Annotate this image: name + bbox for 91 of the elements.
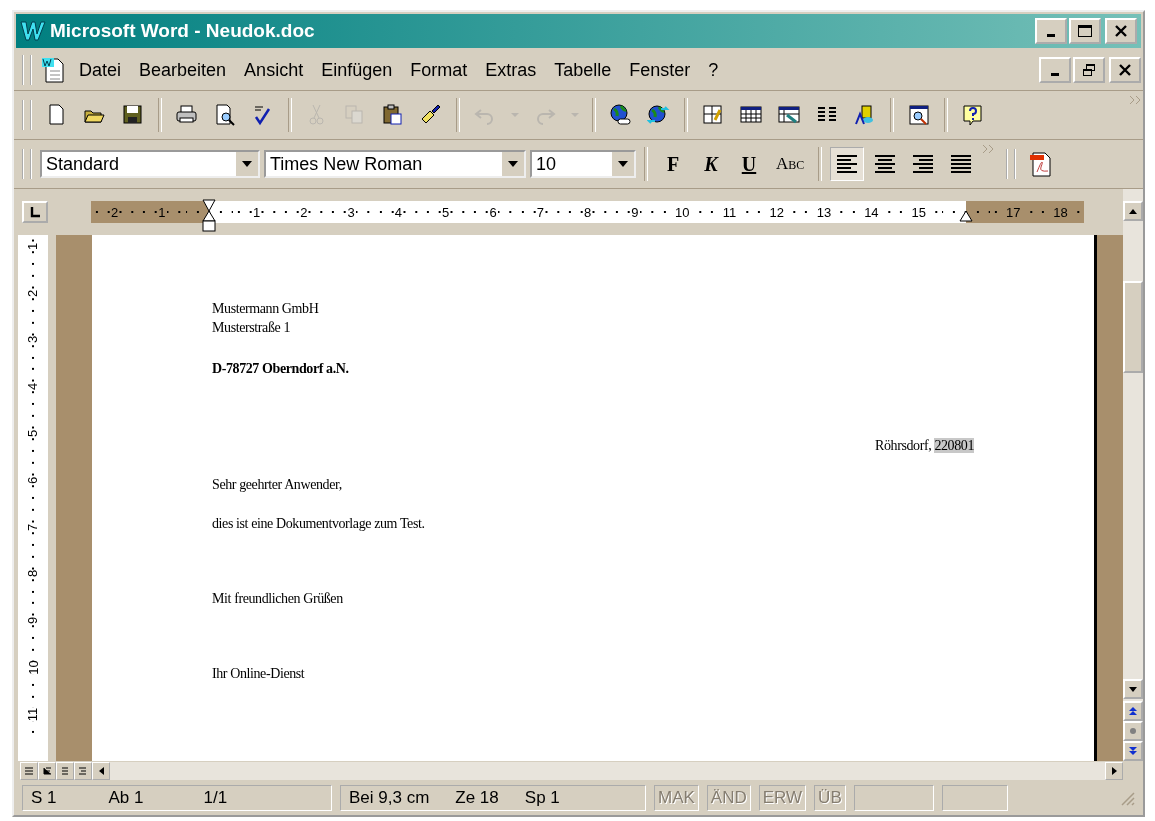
outline-view-button[interactable] bbox=[74, 762, 92, 780]
toolbar-grip[interactable] bbox=[22, 149, 32, 179]
toolbar-grip[interactable] bbox=[22, 100, 32, 130]
caret-icon bbox=[618, 161, 628, 167]
scrollbar-thumb[interactable] bbox=[1123, 281, 1143, 373]
help-icon bbox=[961, 103, 985, 127]
status-text: Sp 1 bbox=[524, 788, 560, 808]
caret-icon bbox=[508, 161, 518, 167]
small-caps-button[interactable]: Abc bbox=[770, 147, 811, 181]
scroll-up-button[interactable] bbox=[1123, 201, 1143, 221]
close-button[interactable] bbox=[1109, 57, 1141, 83]
menu-item[interactable]: Fenster bbox=[622, 57, 698, 83]
minimize-button[interactable] bbox=[1039, 57, 1071, 83]
align-justify-icon bbox=[949, 152, 974, 176]
place-text: Röhrsdorf, bbox=[875, 438, 932, 453]
restore-icon bbox=[1082, 63, 1096, 77]
date-field[interactable]: 220801 bbox=[934, 438, 974, 453]
left-tab-icon bbox=[29, 206, 41, 218]
italic-button[interactable]: K bbox=[694, 147, 728, 181]
font-dropdown[interactable]: Times New Roman bbox=[264, 150, 526, 178]
status-panel bbox=[941, 785, 1008, 811]
previous-page-button[interactable] bbox=[1123, 701, 1143, 721]
dot-icon bbox=[1129, 727, 1137, 735]
clipboard-icon bbox=[381, 103, 405, 127]
status-text: Bei 9,3 cm bbox=[349, 788, 430, 808]
address-line: Mustermann GmbH bbox=[212, 300, 320, 318]
double-up-arrow-icon bbox=[1128, 706, 1138, 716]
menu-item[interactable]: Datei bbox=[72, 57, 129, 83]
maximize-button[interactable] bbox=[1069, 18, 1101, 44]
align-center-icon bbox=[873, 152, 898, 176]
window-title: Microsoft Word - Neudok.doc bbox=[50, 20, 316, 42]
align-left-button[interactable] bbox=[830, 147, 865, 181]
page-view-button[interactable] bbox=[56, 762, 74, 780]
web-layout-icon bbox=[42, 766, 52, 776]
left-arrow-icon bbox=[98, 767, 104, 775]
maximize-icon bbox=[1077, 24, 1093, 38]
tab-stop-selector[interactable] bbox=[22, 201, 48, 223]
resize-grip-icon[interactable] bbox=[1119, 790, 1135, 806]
menu-item[interactable]: Extras bbox=[478, 57, 544, 83]
letter-paragraph: Mit freundlichen Grüßen bbox=[212, 590, 344, 608]
status-text: 1/1 bbox=[203, 788, 228, 808]
browse-object-button[interactable] bbox=[1123, 721, 1143, 741]
print-preview-icon bbox=[213, 103, 237, 127]
status-text: Ze 18 bbox=[455, 788, 499, 808]
double-down-arrow-icon bbox=[1128, 746, 1138, 756]
bold-button[interactable]: F bbox=[656, 147, 690, 181]
underline-button[interactable]: U bbox=[732, 147, 766, 181]
scroll-left-button[interactable] bbox=[92, 762, 110, 780]
align-right-icon bbox=[911, 152, 936, 176]
normal-view-button[interactable] bbox=[20, 762, 38, 780]
close-icon bbox=[1114, 24, 1128, 38]
right-arrow-icon bbox=[1111, 767, 1117, 775]
address-line: Musterstraße 1 bbox=[212, 319, 291, 337]
restore-button[interactable] bbox=[1073, 57, 1105, 83]
menu-item[interactable]: ? bbox=[701, 57, 726, 83]
word-logo-icon bbox=[20, 19, 46, 43]
style-dropdown[interactable]: Standard bbox=[40, 150, 260, 178]
globe-link-icon bbox=[609, 103, 633, 127]
letter-paragraph: dies ist eine Dokumentvorlage zum Test. bbox=[212, 515, 426, 533]
letter-paragraph: Sehr geehrter Anwender, bbox=[212, 476, 343, 494]
web-view-button[interactable] bbox=[38, 762, 56, 780]
status-text: Ab 1 bbox=[108, 788, 144, 808]
menu-item[interactable]: Ansicht bbox=[237, 57, 311, 83]
down-arrow-icon bbox=[1129, 686, 1137, 692]
indent-marker-icon[interactable] bbox=[200, 197, 219, 235]
menu-item[interactable]: Bearbeiten bbox=[132, 57, 234, 83]
toolbar-grip[interactable] bbox=[22, 55, 32, 85]
outline-icon bbox=[78, 766, 88, 776]
table-pencil-icon bbox=[701, 103, 725, 127]
scroll-down-button[interactable] bbox=[1123, 679, 1143, 699]
up-arrow-icon bbox=[1129, 208, 1137, 214]
status-text: S 1 bbox=[31, 788, 57, 808]
toolbar-grip[interactable] bbox=[1006, 149, 1017, 179]
close-button[interactable] bbox=[1105, 18, 1137, 44]
address-line: D-78727 Oberndorf a.N. bbox=[212, 360, 350, 378]
next-page-button[interactable] bbox=[1123, 741, 1143, 761]
align-left-icon bbox=[835, 152, 860, 176]
lines-icon bbox=[24, 766, 34, 776]
font-size-dropdown[interactable]: 10 bbox=[530, 150, 636, 178]
minimize-button[interactable] bbox=[1035, 18, 1067, 44]
letter-paragraph: Ihr Online-Dienst bbox=[212, 665, 306, 683]
close-icon bbox=[1118, 63, 1132, 77]
caret-icon bbox=[242, 161, 252, 167]
scroll-right-button[interactable] bbox=[1105, 762, 1123, 780]
menu-item[interactable]: Tabelle bbox=[547, 57, 619, 83]
minimize-icon bbox=[1047, 34, 1055, 37]
minimize-icon bbox=[1051, 73, 1059, 76]
menu-item[interactable]: Einfügen bbox=[314, 57, 400, 83]
document-magnifier-icon bbox=[907, 103, 931, 127]
page-layout-icon bbox=[60, 766, 70, 776]
menu-item[interactable]: Format bbox=[403, 57, 475, 83]
